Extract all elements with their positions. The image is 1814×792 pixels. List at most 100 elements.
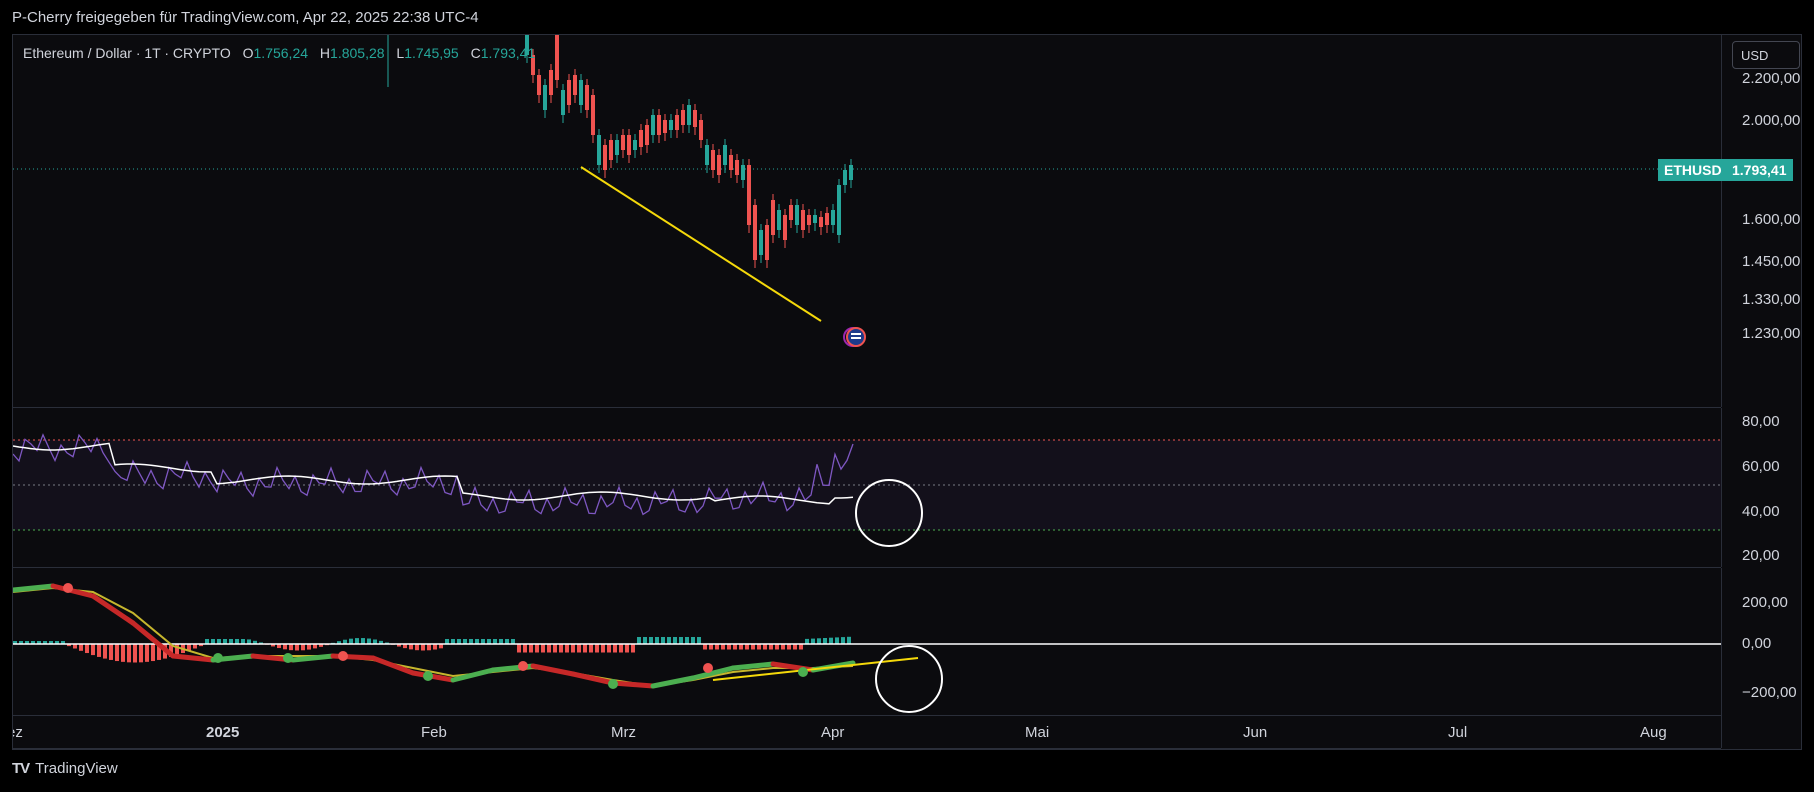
rsi-tick: 80,00 — [1742, 413, 1780, 430]
macd-bar — [619, 644, 623, 653]
macd-highlight-circle — [875, 645, 943, 713]
macd-bar — [787, 644, 791, 650]
rsi-tick: 60,00 — [1742, 458, 1780, 475]
macd-svg — [13, 583, 1721, 713]
time-label: Feb — [421, 724, 447, 741]
macd-bar — [601, 644, 605, 653]
price-chart-svg — [13, 35, 1721, 347]
candle-body — [651, 115, 655, 135]
candle-body — [717, 155, 721, 175]
macd-bar — [175, 644, 179, 656]
macd-tick: 0,00 — [1742, 635, 1772, 652]
time-axis[interactable]: ez 2025 Feb Mrz Apr Mai Jun Jul Aug — [13, 715, 1721, 749]
currency-button[interactable]: USD — [1732, 41, 1800, 69]
macd-bar — [85, 644, 89, 654]
news-events-icon — [843, 327, 866, 347]
macd-cross-dot — [213, 653, 223, 663]
close-value: 1.793,41 — [480, 45, 536, 61]
candle-body — [783, 215, 787, 240]
macd-bar — [769, 644, 773, 650]
macd-bar — [415, 644, 419, 651]
rsi-svg — [13, 433, 1721, 547]
candle-body — [675, 115, 679, 130]
time-label: 2025 — [206, 724, 240, 741]
footer[interactable]: TV TradingView — [12, 760, 118, 777]
macd-axis[interactable]: 200,00 0,00 −200,00 — [1721, 568, 1801, 748]
chart-frame[interactable]: Ethereum / Dollar · 1T · CRYPTO O1.756,2… — [12, 34, 1802, 750]
symbol-legend[interactable]: Ethereum / Dollar · 1T · CRYPTO O1.756,2… — [23, 45, 535, 61]
candle-body — [573, 75, 577, 95]
macd-tick: −200,00 — [1742, 684, 1797, 701]
rsi-tick: 40,00 — [1742, 503, 1780, 520]
share-title: P-Cherry freigegeben für TradingView.com… — [12, 9, 479, 26]
macd-bar — [733, 644, 737, 650]
time-label: Mai — [1025, 724, 1050, 741]
macd-bar — [97, 644, 101, 657]
candle-body — [795, 205, 799, 225]
price-tick: 2.200,00 — [1742, 70, 1801, 87]
candle-body — [807, 215, 811, 225]
candle-body — [639, 130, 643, 147]
time-label: Jul — [1448, 724, 1468, 741]
candle-body — [597, 135, 601, 165]
open-value: 1.756,24 — [253, 45, 309, 61]
candle-body — [771, 200, 775, 235]
macd-bar — [553, 644, 557, 653]
candle-body — [561, 90, 565, 115]
rsi-pane[interactable]: 80,00 60,00 40,00 20,00 — [13, 408, 1780, 568]
macd-bar — [751, 644, 755, 650]
price-tick: 1.230,00 — [1742, 325, 1801, 342]
macd-bar — [91, 644, 95, 656]
time-label: Apr — [821, 724, 845, 741]
tradingview-logo-icon: TV — [12, 760, 30, 777]
macd-cross-dot — [283, 653, 293, 663]
candle-body — [753, 205, 757, 260]
candle-body — [669, 120, 673, 130]
candle-body — [693, 110, 697, 127]
candle-body — [789, 205, 793, 220]
macd-bar — [529, 644, 533, 653]
macd-cross-dot — [338, 651, 348, 661]
macd-bar — [547, 644, 551, 653]
macd-bar — [139, 644, 143, 663]
candle-body — [609, 140, 613, 160]
macd-bar — [775, 644, 779, 650]
price-tick: 1.600,00 — [1742, 211, 1801, 228]
macd-line-segment — [650, 675, 696, 689]
macd-bar — [559, 644, 563, 653]
candle-body — [687, 105, 691, 125]
macd-cross-dot — [518, 661, 528, 671]
high-label: H — [319, 45, 331, 61]
macd-bar — [757, 644, 761, 650]
macd-bar — [799, 644, 803, 650]
candle-body — [645, 125, 649, 145]
macd-cross-dot — [608, 679, 618, 689]
candles — [525, 35, 853, 268]
macd-bar — [541, 644, 545, 653]
candle-body — [567, 80, 571, 105]
candle-body — [747, 165, 751, 225]
candle-body — [729, 155, 733, 170]
candle-body — [627, 135, 631, 155]
candle-body — [633, 140, 637, 150]
macd-bar — [133, 644, 137, 663]
time-label: Jun — [1243, 724, 1268, 741]
candle-body — [849, 165, 853, 180]
price-axis[interactable]: USD 2.200,00 2.000,00 1.600,00 1.450,00 … — [1721, 35, 1801, 407]
candle-body — [777, 210, 781, 230]
candle-body — [699, 120, 703, 140]
candle-body — [735, 160, 739, 175]
last-price-badge: 1.793,41 — [1726, 159, 1793, 181]
price-pane[interactable]: Ethereum / Dollar · 1T · CRYPTO O1.756,2… — [13, 35, 1800, 408]
rsi-axis[interactable]: 80,00 60,00 40,00 20,00 — [1721, 408, 1801, 567]
macd-bar — [625, 644, 629, 653]
macd-bar — [721, 644, 725, 650]
macd-bar — [79, 644, 83, 651]
candle-body — [615, 140, 619, 155]
macd-line-segment — [530, 663, 576, 677]
macd-line-segment — [610, 680, 656, 689]
macd-bar — [577, 644, 581, 653]
macd-bar — [517, 644, 521, 653]
macd-bar — [613, 644, 617, 653]
macd-tick: 200,00 — [1742, 594, 1788, 611]
